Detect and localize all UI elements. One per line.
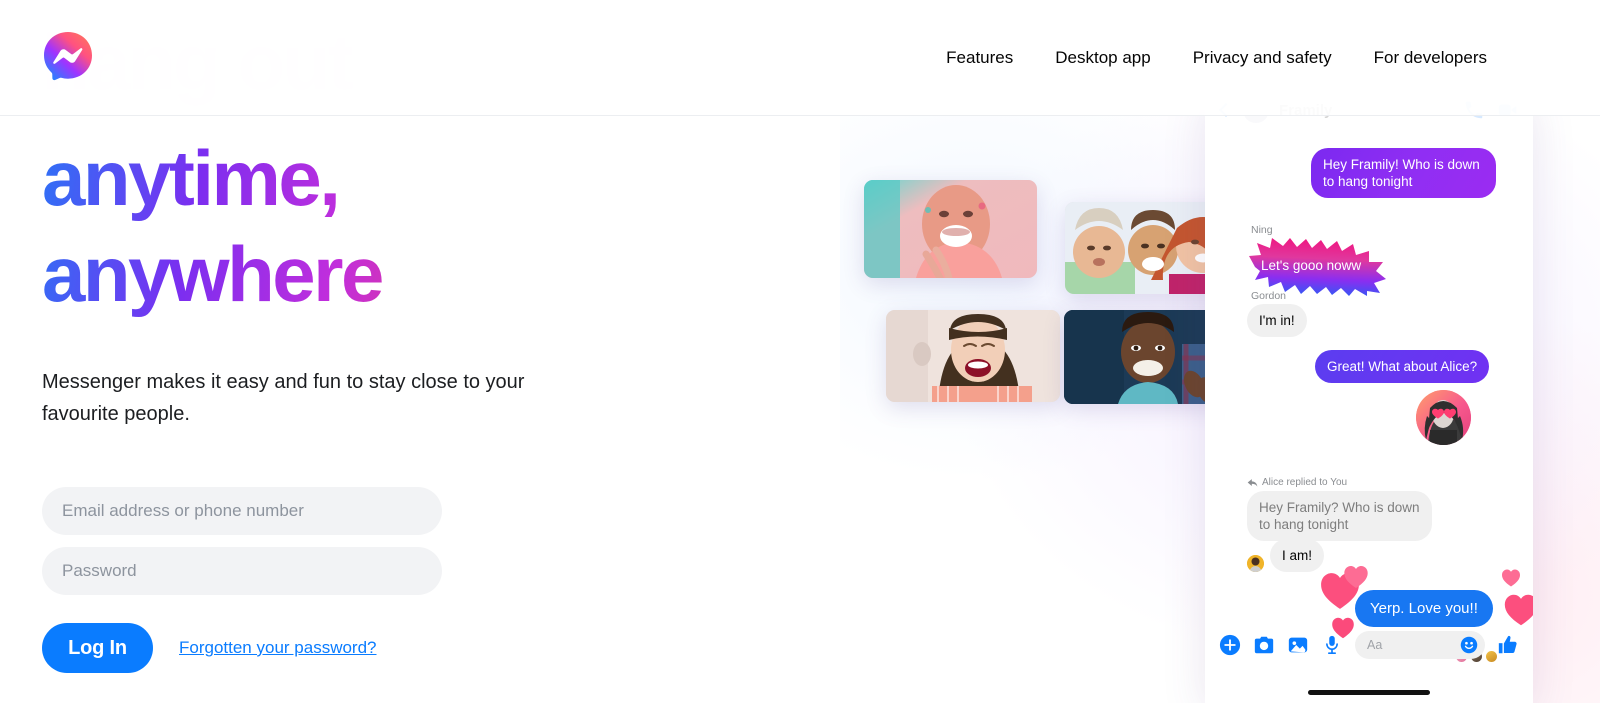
- sender-name-ning: Ning: [1251, 224, 1273, 236]
- heart-sticker-icon: [1501, 569, 1520, 587]
- collage-photo-3: [886, 310, 1060, 402]
- page-title: anytime, anywhere: [42, 130, 642, 322]
- nav-item-features[interactable]: Features: [925, 38, 1034, 78]
- thumbs-up-icon[interactable]: [1497, 634, 1519, 656]
- chat-phone-mockup: Framily Hey Framily! Who is down to hang…: [1205, 88, 1533, 703]
- heart-sticker-icon: [1344, 565, 1368, 589]
- hero-subhead: Messenger makes it easy and fun to stay …: [42, 371, 525, 425]
- smiley-face-icon[interactable]: [1460, 636, 1478, 654]
- site-header: Features Desktop app Privacy and safety …: [0, 0, 1600, 116]
- headline-line-1: anytime,: [42, 134, 339, 222]
- microphone-icon[interactable]: [1321, 634, 1343, 656]
- image-gallery-icon[interactable]: [1287, 634, 1309, 656]
- login-actions: Log In Forgotten your password?: [42, 623, 642, 673]
- forgot-password-link[interactable]: Forgotten your password?: [179, 638, 377, 658]
- chat-message-reply: Alice replied to You Hey Framily? Who is…: [1247, 477, 1447, 541]
- sender-avatar: [1247, 555, 1264, 572]
- chat-message-incoming-burst: Ning Let's gooo noww: [1247, 224, 1387, 296]
- quoted-message: Hey Framily? Who is down to hang tonight: [1247, 491, 1432, 541]
- message-bubble[interactable]: Hey Framily! Who is down to hang tonight: [1311, 148, 1496, 198]
- password-field[interactable]: [42, 547, 442, 595]
- messenger-logo-icon[interactable]: [41, 30, 95, 84]
- alice-avatar[interactable]: [1416, 390, 1471, 445]
- plus-circle-icon[interactable]: [1219, 634, 1241, 656]
- home-indicator-bar: [1308, 690, 1430, 695]
- nav-item-desktop-app[interactable]: Desktop app: [1034, 38, 1171, 78]
- reply-meta-text: Alice replied to You: [1262, 477, 1348, 488]
- message-bubble[interactable]: I'm in!: [1247, 304, 1307, 337]
- messenger-landing-page: hang out Features Desktop app Priva: [0, 0, 1600, 703]
- message-composer: Aa: [1205, 622, 1533, 668]
- chat-message-incoming-gordon: Gordon I'm in!: [1247, 290, 1307, 337]
- headline-line-2: anywhere: [42, 230, 382, 318]
- primary-nav: Features Desktop app Privacy and safety …: [925, 0, 1508, 116]
- collage-photo-1: [864, 180, 1037, 278]
- message-bubble[interactable]: Great! What about Alice?: [1315, 350, 1490, 383]
- sender-name-gordon: Gordon: [1251, 290, 1287, 302]
- login-form: Log In Forgotten your password?: [42, 487, 642, 673]
- chat-message-outgoing-2: Great! What about Alice?: [1315, 350, 1490, 383]
- message-input[interactable]: Aa: [1355, 631, 1485, 659]
- message-input-placeholder: Aa: [1367, 638, 1383, 652]
- nav-item-privacy-and-safety[interactable]: Privacy and safety: [1172, 38, 1353, 78]
- message-bubble[interactable]: I am!: [1270, 539, 1325, 572]
- chat-thread: Hey Framily! Who is down to hang tonight…: [1205, 132, 1533, 663]
- nav-item-for-developers[interactable]: For developers: [1353, 38, 1508, 78]
- reply-meta: Alice replied to You: [1247, 477, 1447, 488]
- chat-message-outgoing-1: Hey Framily! Who is down to hang tonight: [1311, 148, 1496, 198]
- chat-message-incoming-alice: I am!: [1247, 539, 1325, 572]
- photo-collage: [860, 170, 1260, 410]
- hero-section: anytime, anywhere Messenger makes it easy…: [42, 116, 642, 673]
- starburst-bubble[interactable]: Let's gooo noww: [1247, 238, 1387, 296]
- message-text: Let's gooo noww: [1261, 258, 1362, 273]
- reply-arrow-icon: [1247, 479, 1258, 487]
- log-in-button[interactable]: Log In: [42, 623, 153, 673]
- email-field[interactable]: [42, 487, 442, 535]
- camera-icon[interactable]: [1253, 634, 1275, 656]
